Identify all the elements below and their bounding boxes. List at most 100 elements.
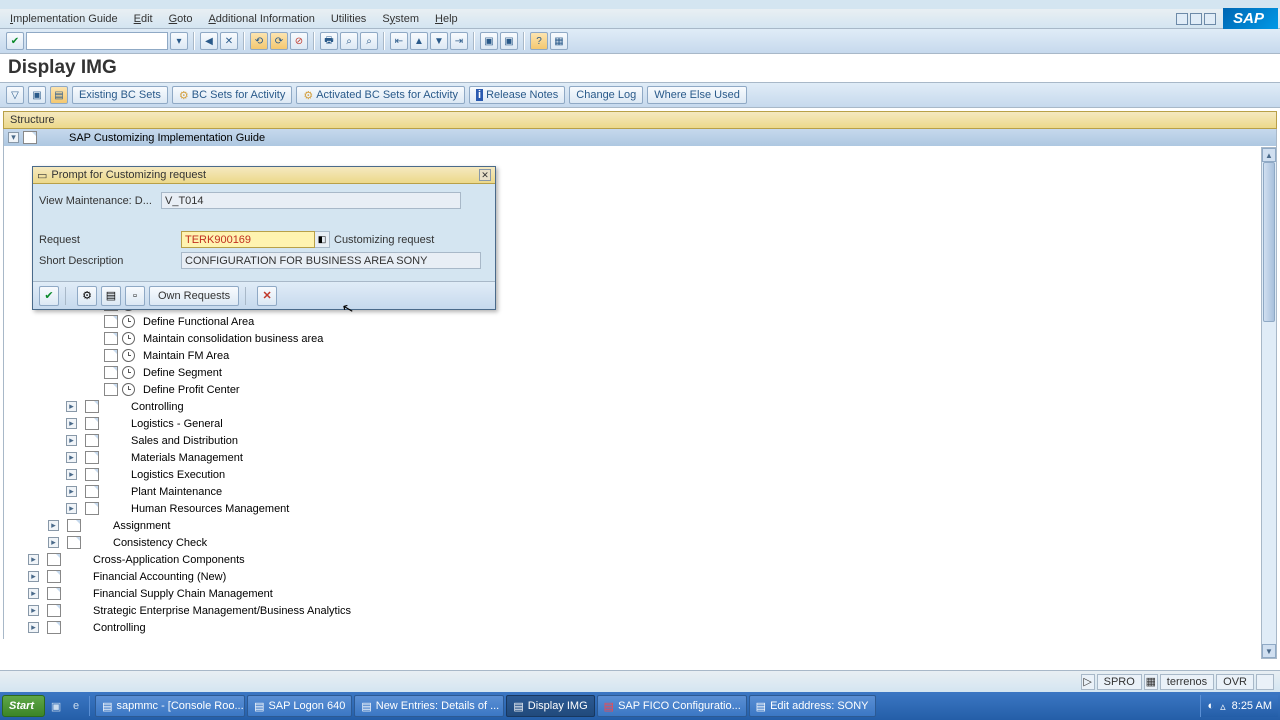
expand-icon[interactable]: ▸	[66, 401, 77, 412]
expand-icon[interactable]: ▸	[48, 537, 59, 548]
find-next-button[interactable]: ⌕	[360, 32, 378, 50]
tree-item[interactable]: ▸Materials Management	[4, 449, 1276, 466]
continue-button[interactable]: ✔	[39, 286, 59, 306]
enter-button[interactable]: ✔	[6, 32, 24, 50]
tree-item[interactable]: ▸Strategic Enterprise Management/Busines…	[4, 602, 1276, 619]
tree-item[interactable]: Define Profit Center	[4, 381, 1276, 398]
tree-item[interactable]: Define Functional Area	[4, 313, 1276, 330]
find-button[interactable]: ⌕	[340, 32, 358, 50]
request-field[interactable]: TERK900169	[181, 231, 315, 248]
status-expand-icon[interactable]: ▷	[1081, 674, 1095, 690]
f4-help-button[interactable]: ◧	[315, 231, 330, 248]
expand-all-button[interactable]: ▽	[6, 86, 24, 104]
menu-utilities[interactable]: Utilities	[323, 11, 374, 27]
tree-item[interactable]: ▸Financial Supply Chain Management	[4, 585, 1276, 602]
tree-item[interactable]: ▸Sales and Distribution	[4, 432, 1276, 449]
expand-icon[interactable]: ▸	[66, 503, 77, 514]
new-session-button[interactable]: ▣	[480, 32, 498, 50]
dropdown-icon[interactable]: ▾	[170, 32, 188, 50]
collapse-all-button[interactable]: ▣	[28, 86, 46, 104]
menu-system[interactable]: System	[374, 11, 427, 27]
activated-bc-sets-button[interactable]: ⚙Activated BC Sets for Activity	[296, 86, 465, 104]
system-tray[interactable]: ◐ ▵ 8:25 AM	[1200, 695, 1278, 717]
expand-icon[interactable]: ▸	[66, 486, 77, 497]
dialog-title-bar[interactable]: ▭ Prompt for Customizing request ✕	[33, 167, 495, 184]
taskbar-item[interactable]: ▤sapmmc - [Console Roo...	[95, 695, 245, 717]
expand-icon[interactable]: ▸	[48, 520, 59, 531]
tree-item[interactable]: ▸Plant Maintenance	[4, 483, 1276, 500]
new-button[interactable]: ▫	[125, 286, 145, 306]
start-button[interactable]: Start	[2, 695, 45, 717]
expand-icon[interactable]: ▸	[66, 435, 77, 446]
collapse-icon[interactable]: ▾	[8, 132, 19, 143]
cancel-button[interactable]: ⟲	[250, 32, 268, 50]
back-button[interactable]: ◀	[200, 32, 218, 50]
change-log-button[interactable]: Change Log	[569, 86, 643, 104]
tree-item[interactable]: Define Segment	[4, 364, 1276, 381]
command-field[interactable]	[26, 32, 168, 50]
bc-sets-activity-button[interactable]: ⚙BC Sets for Activity	[172, 86, 292, 104]
close-window-icon[interactable]	[1204, 13, 1216, 25]
tree-item[interactable]: ▸Controlling	[4, 619, 1276, 636]
prev-page-button[interactable]: ▲	[410, 32, 428, 50]
release-notes-button[interactable]: iRelease Notes	[469, 86, 565, 104]
exit-button[interactable]: ✕	[220, 32, 238, 50]
next-page-button[interactable]: ▼	[430, 32, 448, 50]
existing-bc-sets-button[interactable]: Existing BC Sets	[72, 86, 168, 104]
expand-icon[interactable]: ▸	[66, 452, 77, 463]
taskbar-item[interactable]: ▤SAP Logon 640	[247, 695, 352, 717]
display-button[interactable]: ▤	[101, 286, 121, 306]
tree-item[interactable]: ▸Human Resources Management	[4, 500, 1276, 517]
tree-item[interactable]: Maintain consolidation business area	[4, 330, 1276, 347]
menu-implementation-guide[interactable]: Implementation Guide	[2, 11, 126, 27]
tree-layout-button[interactable]: ▤	[50, 86, 68, 104]
last-page-button[interactable]: ⇥	[450, 32, 468, 50]
tree-item[interactable]: ▸Logistics - General	[4, 415, 1276, 432]
tree-item[interactable]: ▸Controlling	[4, 398, 1276, 415]
scroll-thumb[interactable]	[1263, 162, 1275, 322]
maximize-icon[interactable]	[1190, 13, 1202, 25]
help-button[interactable]: ?	[530, 32, 548, 50]
taskbar-item[interactable]: ▤SAP FICO Configuratio...	[597, 695, 747, 717]
cancel-button[interactable]: ✕	[257, 286, 277, 306]
tree-root[interactable]: ▾ SAP Customizing Implementation Guide	[4, 129, 1276, 146]
quicklaunch-desktop-icon[interactable]: ▣	[47, 697, 65, 715]
stop-button[interactable]: ⊘	[290, 32, 308, 50]
expand-icon[interactable]: ▸	[28, 605, 39, 616]
shortcut-button[interactable]: ▣	[500, 32, 518, 50]
tree-item[interactable]: ▸Financial Accounting (New)	[4, 568, 1276, 585]
own-requests-button[interactable]: Own Requests	[149, 286, 239, 306]
menu-goto[interactable]: Goto	[161, 11, 201, 27]
create-request-button[interactable]: ⚙	[77, 286, 97, 306]
status-server-icon[interactable]: ▦	[1144, 674, 1158, 690]
tray-icon[interactable]: ◐	[1207, 700, 1214, 712]
quicklaunch-ie-icon[interactable]: e	[67, 697, 85, 715]
first-page-button[interactable]: ⇤	[390, 32, 408, 50]
scroll-up-icon[interactable]: ▲	[1262, 148, 1276, 162]
tree-item[interactable]: ▸Logistics Execution	[4, 466, 1276, 483]
tree-item[interactable]: Maintain FM Area	[4, 347, 1276, 364]
menu-edit[interactable]: Edit	[126, 11, 161, 27]
taskbar-item[interactable]: ▤New Entries: Details of ...	[354, 695, 504, 717]
tree-item[interactable]: ▸Assignment	[4, 517, 1276, 534]
tree-item[interactable]: ▸Cross-Application Components	[4, 551, 1276, 568]
dialog-close-button[interactable]: ✕	[479, 169, 491, 181]
scroll-down-icon[interactable]: ▼	[1262, 644, 1276, 658]
print-button[interactable]: 🖶	[320, 32, 338, 50]
taskbar-item[interactable]: ▤Edit address: SONY	[749, 695, 876, 717]
taskbar-item-active[interactable]: ▤Display IMG	[506, 695, 594, 717]
expand-icon[interactable]: ▸	[66, 469, 77, 480]
expand-icon[interactable]: ▸	[66, 418, 77, 429]
tray-icon[interactable]: ▵	[1220, 700, 1226, 713]
expand-icon[interactable]: ▸	[28, 554, 39, 565]
menu-help[interactable]: Help	[427, 11, 466, 27]
vertical-scrollbar[interactable]: ▲ ▼	[1261, 147, 1277, 659]
where-else-used-button[interactable]: Where Else Used	[647, 86, 747, 104]
refresh-button[interactable]: ⟳	[270, 32, 288, 50]
tree-item[interactable]: ▸Consistency Check	[4, 534, 1276, 551]
status-resize-grip[interactable]	[1256, 674, 1274, 690]
minimize-icon[interactable]	[1176, 13, 1188, 25]
menu-additional-info[interactable]: Additional Information	[200, 11, 322, 27]
expand-icon[interactable]: ▸	[28, 571, 39, 582]
expand-icon[interactable]: ▸	[28, 588, 39, 599]
